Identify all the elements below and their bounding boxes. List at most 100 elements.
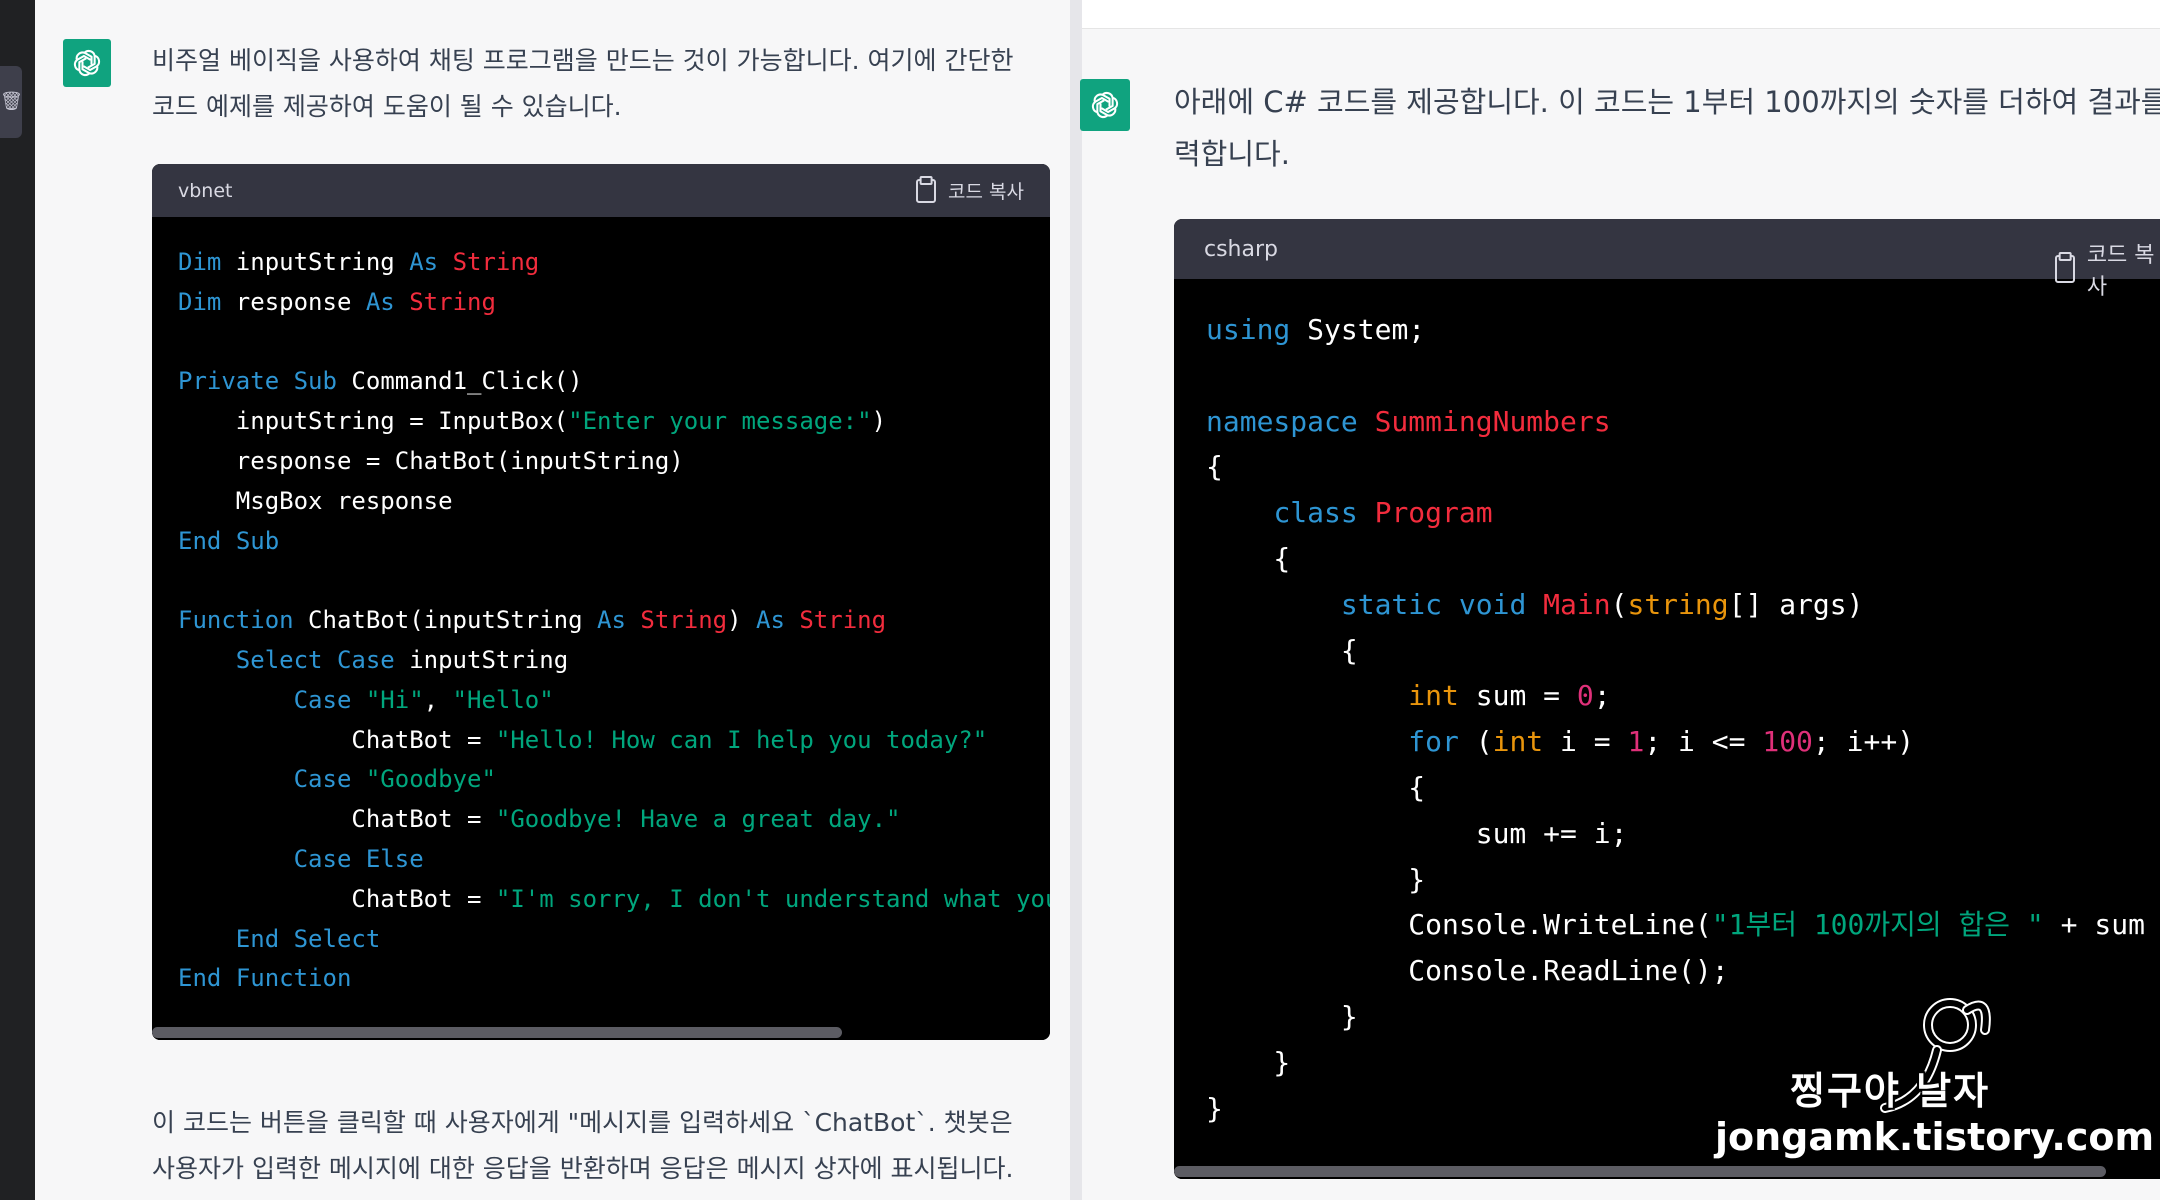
left-code-scrollbar[interactable] xyxy=(152,1027,1050,1040)
code-token: ; xyxy=(1593,679,1611,713)
code-token: response xyxy=(221,287,366,316)
left-intro-line-1: 비주얼 베이직을 사용하여 채팅 프로그램을 만드는 것이 가능합니다. 여기에… xyxy=(152,46,1014,75)
code-line: End Sub xyxy=(178,522,1024,562)
code-token: System; xyxy=(1290,313,1426,346)
left-intro-line-2: 코드 예제를 제공하여 도움이 될 수 있습니다. xyxy=(152,92,622,121)
code-token: { xyxy=(1206,541,1291,575)
code-token: Case xyxy=(293,844,352,873)
left-outro-line-2: 사용자가 입력한 메시지에 대한 응답을 반환하며 응답은 메시지 상자에 표시… xyxy=(152,1154,1014,1183)
code-line: Dim response As String xyxy=(178,283,1024,323)
code-token: "Hi" xyxy=(365,685,424,714)
code-token: [] args) xyxy=(1728,587,1864,621)
code-line: inputString = InputBox("Enter your messa… xyxy=(178,402,1024,442)
code-line: for (int i = 1; i <= 100; i++) xyxy=(1206,719,2130,765)
right-copy-code-button[interactable]: 코드 복사 xyxy=(2055,237,2160,301)
right-copy-label: 코드 복사 xyxy=(2086,243,2155,300)
code-line: Case "Hi", "Hello" xyxy=(178,681,1024,721)
code-token: "Hello" xyxy=(452,685,554,714)
code-token: inputString = InputBox( xyxy=(178,407,569,436)
code-token: As xyxy=(756,606,785,635)
code-line: { xyxy=(1206,444,2130,490)
code-token: As xyxy=(409,248,439,276)
code-token: int xyxy=(1408,679,1459,713)
code-token: String xyxy=(640,606,728,635)
code-token: Main xyxy=(1543,587,1611,621)
panel-divider xyxy=(1070,0,1082,1200)
code-token: ; i++) xyxy=(1812,725,1915,759)
right-intro-line-2: 력합니다. xyxy=(1174,137,1290,171)
code-line: response = ChatBot(inputString) xyxy=(178,442,1024,482)
code-token: } xyxy=(1206,862,1426,896)
code-token: Select xyxy=(235,645,323,674)
code-token: Case xyxy=(293,765,352,794)
code-token: Else xyxy=(365,844,424,873)
code-token: int xyxy=(1492,725,1544,759)
code-token: Dim xyxy=(178,248,222,276)
code-line: ChatBot = "Hello! How can I help you tod… xyxy=(178,721,1024,761)
code-token: 1 xyxy=(1627,725,1645,759)
right-scrollbar-thumb[interactable] xyxy=(1174,1166,2106,1177)
left-code-header: vbnet 코드 복사 xyxy=(152,164,1050,217)
right-message-intro: 아래에 C# 코드를 제공합니다. 이 코드는 1부터 100까지의 숫자를 더… xyxy=(1174,76,2160,180)
code-token: using xyxy=(1206,313,1291,346)
code-line: Dim inputString As String xyxy=(178,243,1024,283)
code-token: ( xyxy=(1458,725,1493,759)
code-token: String xyxy=(409,287,496,316)
code-token: namespace xyxy=(1206,404,1358,438)
code-token: { xyxy=(1206,770,1426,804)
sidebar-collapse-button[interactable]: 🗑 xyxy=(0,66,23,138)
code-token: } xyxy=(1206,1091,1223,1125)
code-token: { xyxy=(1206,633,1358,667)
left-code-language: vbnet xyxy=(178,179,233,202)
code-line: int sum = 0; xyxy=(1206,673,2130,719)
code-token: "Enter your message:" xyxy=(568,407,872,436)
code-token: + sum + xyxy=(2060,908,2145,942)
code-line: } xyxy=(1206,994,2130,1040)
left-code-block: vbnet 코드 복사 Dim inputString As String Dim… xyxy=(152,164,1050,1040)
code-token: Program xyxy=(1374,496,1493,530)
clipboard-icon xyxy=(2055,255,2075,283)
code-token: SummingNumbers xyxy=(1374,404,1611,438)
code-token: "Hello! How can I help you today?" xyxy=(495,725,988,754)
code-line: End Function xyxy=(178,959,1024,999)
code-token: static xyxy=(1340,587,1443,621)
code-line: } xyxy=(1206,857,2130,903)
code-token: String xyxy=(452,248,540,276)
code-token: for xyxy=(1408,725,1459,759)
code-token: sum += i; xyxy=(1206,816,1628,850)
code-line: ChatBot = "I'm sorry, I don't understand… xyxy=(178,880,1050,920)
sidebar xyxy=(0,0,35,1200)
right-code-block: csharp 코드 복사 using System; namespace Sum… xyxy=(1174,219,2160,1179)
code-token: string xyxy=(1627,587,1729,621)
right-code-scrollbar[interactable] xyxy=(1174,1166,2160,1179)
code-token: Sub xyxy=(235,526,280,555)
code-line: ChatBot = "Goodbye! Have a great day." xyxy=(178,800,1024,840)
code-token: Command1_Click() xyxy=(336,367,583,396)
left-scrollbar-thumb[interactable] xyxy=(152,1027,842,1038)
code-line: { xyxy=(1206,536,2130,582)
code-token: As xyxy=(597,606,626,635)
code-token: inputString xyxy=(221,248,410,276)
left-copy-code-button[interactable]: 코드 복사 xyxy=(916,177,1024,204)
code-token: 100 xyxy=(1762,725,1813,759)
code-token: ( xyxy=(1610,587,1628,621)
